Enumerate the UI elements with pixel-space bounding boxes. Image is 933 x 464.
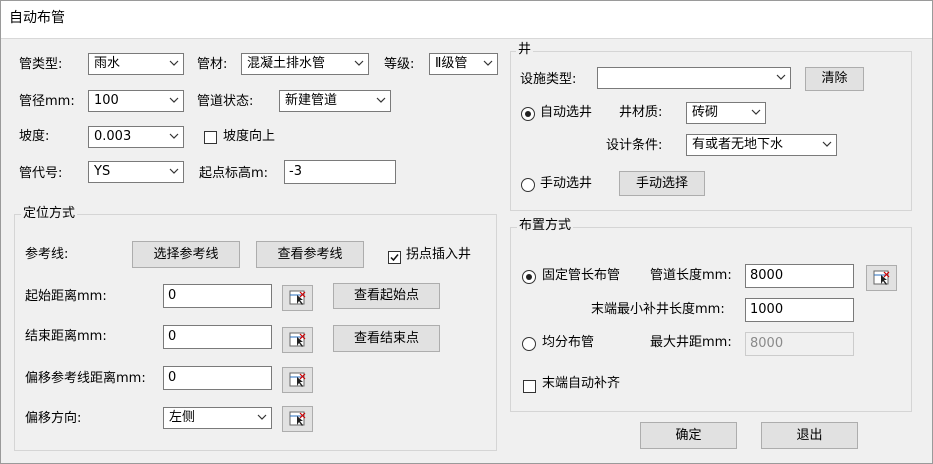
pipe-status-label: 管道状态:	[197, 94, 254, 109]
insert-well-label: 拐点插入井	[406, 247, 472, 262]
diameter-value: 100	[94, 93, 119, 108]
max-well-spacing-input[interactable]: 8000	[745, 332, 854, 356]
offset-distance-input[interactable]: 0	[163, 366, 272, 390]
view-end-point-button[interactable]: 查看结束点	[333, 325, 440, 352]
pick-point-icon	[289, 372, 306, 387]
pipe-status-value: 新建管道	[285, 93, 338, 108]
design-condition-select[interactable]: 有或者无地下水	[686, 134, 837, 156]
manual-select-well-radio[interactable]	[521, 178, 535, 192]
slope-value: 0.003	[94, 129, 132, 144]
start-elevation-label: 起点标高m:	[199, 166, 269, 181]
fixed-length-radio[interactable]	[522, 270, 536, 284]
material-value: 混凝土排水管	[247, 56, 326, 71]
chevron-down-icon	[376, 97, 386, 103]
pipe-type-select[interactable]: 雨水	[88, 53, 184, 75]
start-distance-label: 起始距离mm:	[25, 289, 107, 304]
manual-select-well-label: 手动选井	[540, 176, 593, 191]
design-condition-value: 有或者无地下水	[692, 137, 784, 152]
reference-line-label: 参考线:	[25, 247, 69, 262]
pick-offset-distance-button[interactable]	[282, 367, 313, 393]
title-bar	[0, 0, 933, 39]
insert-well-checkbox[interactable]	[388, 251, 401, 264]
chevron-down-icon	[483, 60, 493, 66]
max-well-spacing-label: 最大井距mm:	[650, 335, 732, 350]
pipe-code-select[interactable]: YS	[88, 161, 184, 183]
slope-label: 坡度:	[19, 129, 50, 144]
auto-select-well-label: 自动选井	[540, 105, 593, 120]
pick-point-icon	[289, 290, 306, 305]
even-distribution-radio[interactable]	[522, 337, 536, 351]
radio-selected-dot	[526, 274, 532, 280]
facility-type-label: 设施类型:	[520, 72, 577, 87]
end-distance-label: 结束距离mm:	[25, 329, 107, 344]
pipe-code-label: 管代号:	[19, 166, 63, 181]
chevron-down-icon	[354, 60, 364, 66]
chevron-down-icon	[776, 74, 786, 80]
view-reference-line-button[interactable]: 查看参考线	[256, 241, 364, 268]
pick-point-icon	[873, 270, 890, 285]
grade-label: 等级:	[384, 57, 415, 72]
pick-pipe-length-button[interactable]	[866, 265, 897, 291]
pipe-code-value: YS	[94, 164, 111, 179]
manual-select-button[interactable]: 手动选择	[619, 171, 705, 196]
pick-point-icon	[289, 332, 306, 347]
min-well-length-label: 末端最小补井长度mm:	[591, 302, 725, 317]
offset-direction-select[interactable]: 左侧	[163, 407, 272, 429]
auto-select-well-radio[interactable]	[521, 107, 535, 121]
offset-distance-label: 偏移参考线距离mm:	[25, 371, 146, 386]
even-distribution-label: 均分布管	[542, 335, 595, 350]
well-material-label: 井材质:	[619, 105, 663, 120]
facility-type-select[interactable]	[597, 67, 791, 89]
pick-point-icon	[289, 411, 306, 426]
slope-up-checkbox[interactable]	[204, 131, 217, 144]
well-material-select[interactable]: 砖砌	[686, 102, 766, 124]
min-well-length-input[interactable]: 1000	[745, 298, 854, 322]
chevron-down-icon	[169, 97, 179, 103]
material-select[interactable]: 混凝土排水管	[241, 53, 369, 75]
window-title: 自动布管	[9, 10, 65, 26]
pipe-type-value: 雨水	[94, 56, 121, 71]
pipe-status-select[interactable]: 新建管道	[279, 90, 391, 112]
material-label: 管材:	[197, 57, 228, 72]
offset-direction-label: 偏移方向:	[25, 411, 82, 426]
design-condition-label: 设计条件:	[606, 138, 663, 153]
positioning-group-label: 定位方式	[21, 206, 78, 222]
slope-up-label: 坡度向上	[223, 129, 276, 144]
offset-direction-value: 左侧	[169, 410, 196, 425]
pick-start-distance-button[interactable]	[282, 285, 313, 311]
pick-end-distance-button[interactable]	[282, 327, 313, 353]
start-distance-input[interactable]: 0	[163, 284, 272, 308]
grade-select[interactable]: Ⅱ级管	[429, 53, 498, 75]
chevron-down-icon	[257, 414, 267, 420]
ok-button[interactable]: 确定	[640, 422, 737, 449]
chevron-down-icon	[751, 109, 761, 115]
chevron-down-icon	[822, 141, 832, 147]
pipe-length-input[interactable]: 8000	[745, 264, 854, 288]
auto-fill-label: 末端自动补齐	[542, 376, 621, 391]
start-elevation-input[interactable]: -3	[284, 160, 396, 184]
fixed-length-label: 固定管长布管	[542, 268, 621, 283]
diameter-label: 管径mm:	[19, 94, 75, 109]
end-distance-input[interactable]: 0	[163, 325, 272, 349]
well-group-label: 井	[516, 42, 534, 58]
clear-button[interactable]: 清除	[805, 67, 864, 91]
view-start-point-button[interactable]: 查看起始点	[333, 283, 440, 309]
chevron-down-icon	[169, 133, 179, 139]
select-reference-line-button[interactable]: 选择参考线	[132, 241, 240, 268]
check-icon	[390, 254, 399, 262]
pick-offset-direction-button[interactable]	[282, 406, 313, 432]
layout-group-label: 布置方式	[517, 218, 574, 234]
exit-button[interactable]: 退出	[761, 422, 858, 449]
grade-value: Ⅱ级管	[435, 56, 468, 71]
chevron-down-icon	[169, 60, 179, 66]
well-material-value: 砖砌	[692, 105, 719, 120]
chevron-down-icon	[169, 168, 179, 174]
slope-select[interactable]: 0.003	[88, 126, 184, 148]
pipe-length-label: 管道长度mm:	[650, 268, 732, 283]
diameter-select[interactable]: 100	[88, 90, 184, 112]
pipe-type-label: 管类型:	[19, 57, 63, 72]
auto-fill-checkbox[interactable]	[523, 380, 536, 393]
radio-selected-dot	[525, 111, 531, 117]
